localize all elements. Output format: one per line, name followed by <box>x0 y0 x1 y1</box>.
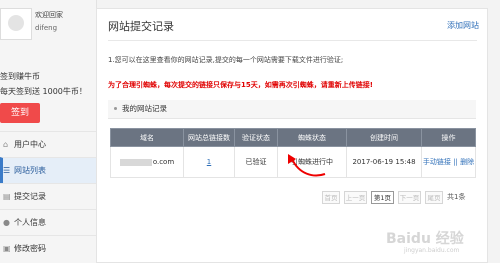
bullet-icon <box>114 107 117 110</box>
column-header-spider: 蜘蛛状态 <box>277 128 347 147</box>
sidebar: 欢迎回家 difeng 签到赚牛币 每天签到送 1000牛币！ 签到 ⌂ 用户中… <box>0 0 97 263</box>
total-count: 共1条 <box>447 193 466 201</box>
first-page-button[interactable]: 首页 <box>322 191 340 204</box>
next-page-button[interactable]: 下一页 <box>398 191 421 204</box>
watermark-url: jingyan.baidu.com <box>404 247 460 254</box>
actions-cell: 手动链接 || 删除 <box>421 146 476 178</box>
instructions-text: 1.您可以在这里查看你的网站记录,提交的每一个网站需要下载文件进行验证; <box>108 56 344 64</box>
lock-icon: ▣ <box>3 244 11 253</box>
welcome-text: 欢迎回家 <box>35 11 63 19</box>
sidebar-item-user-center[interactable]: ⌂ 用户中心 <box>0 131 96 157</box>
red-arrow-annotation <box>288 154 326 177</box>
current-page-button[interactable]: 第1页 <box>371 191 394 204</box>
last-page-button[interactable]: 尾页 <box>425 191 443 204</box>
home-icon: ⌂ <box>3 140 9 149</box>
list-icon: ☰ <box>3 166 11 175</box>
column-header-verify: 验证状态 <box>234 128 278 147</box>
table-header-row: 域名 网站总链接数 验证状态 蜘蛛状态 创建时间 操作 <box>110 128 476 147</box>
column-header-links: 网站总链接数 <box>183 128 235 147</box>
signin-promo: 签到赚牛币 <box>0 72 40 81</box>
record-icon: ▤ <box>3 192 11 201</box>
manual-link-action[interactable]: 手动链接 <box>423 158 451 166</box>
redacted-domain <box>119 158 152 166</box>
username: difeng <box>35 24 58 32</box>
person-icon: ● <box>3 218 10 227</box>
main-panel: 网站提交记录 添加网站 1.您可以在这里查看你的网站记录,提交的每一个网站需要下… <box>96 8 488 263</box>
links-count-link[interactable]: 1 <box>207 158 211 166</box>
prev-page-button[interactable]: 上一页 <box>344 191 367 204</box>
sidebar-item-label: 网站列表 <box>14 166 46 175</box>
sidebar-item-site-list[interactable]: ☰ 网站列表 <box>0 157 96 183</box>
sidebar-item-change-password[interactable]: ▣ 修改密码 <box>0 235 96 261</box>
column-header-domain: 域名 <box>110 128 184 147</box>
verify-cell: 已验证 <box>234 146 278 178</box>
add-site-link[interactable]: 添加网站 <box>447 20 479 31</box>
created-cell: 2017-06-19 15:48 <box>346 146 422 178</box>
sidebar-item-label: 用户中心 <box>14 140 46 149</box>
sidebar-item-profile[interactable]: ● 个人信息 <box>0 209 96 235</box>
column-header-actions: 操作 <box>421 128 476 147</box>
avatar[interactable] <box>0 8 32 40</box>
sidebar-item-submit-record[interactable]: ▤ 提交记录 <box>0 183 96 209</box>
links-cell: 1 <box>183 146 235 178</box>
signin-reward-text: 每天签到送 1000牛币！ <box>0 87 87 96</box>
domain-cell: o.com <box>110 146 184 178</box>
delete-action[interactable]: 删除 <box>460 158 474 166</box>
column-header-created: 创建时间 <box>346 128 422 147</box>
action-separator: || <box>453 158 458 166</box>
warning-text: 为了合理引蜘蛛，每次提交的链接只保存与15天，如需再次引蜘蛛，请重新上传链接! <box>108 81 373 89</box>
sidebar-item-label: 个人信息 <box>14 218 46 227</box>
page-title: 网站提交记录 <box>108 20 174 33</box>
sidebar-item-label: 修改密码 <box>14 244 46 253</box>
section-header: 我的网站记录 <box>108 100 476 119</box>
section-title: 我的网站记录 <box>122 104 167 113</box>
watermark: Baidu 经验 <box>386 231 464 247</box>
divider <box>108 40 477 41</box>
signin-button[interactable]: 签到 <box>0 103 40 123</box>
sidebar-item-label: 提交记录 <box>14 192 46 201</box>
